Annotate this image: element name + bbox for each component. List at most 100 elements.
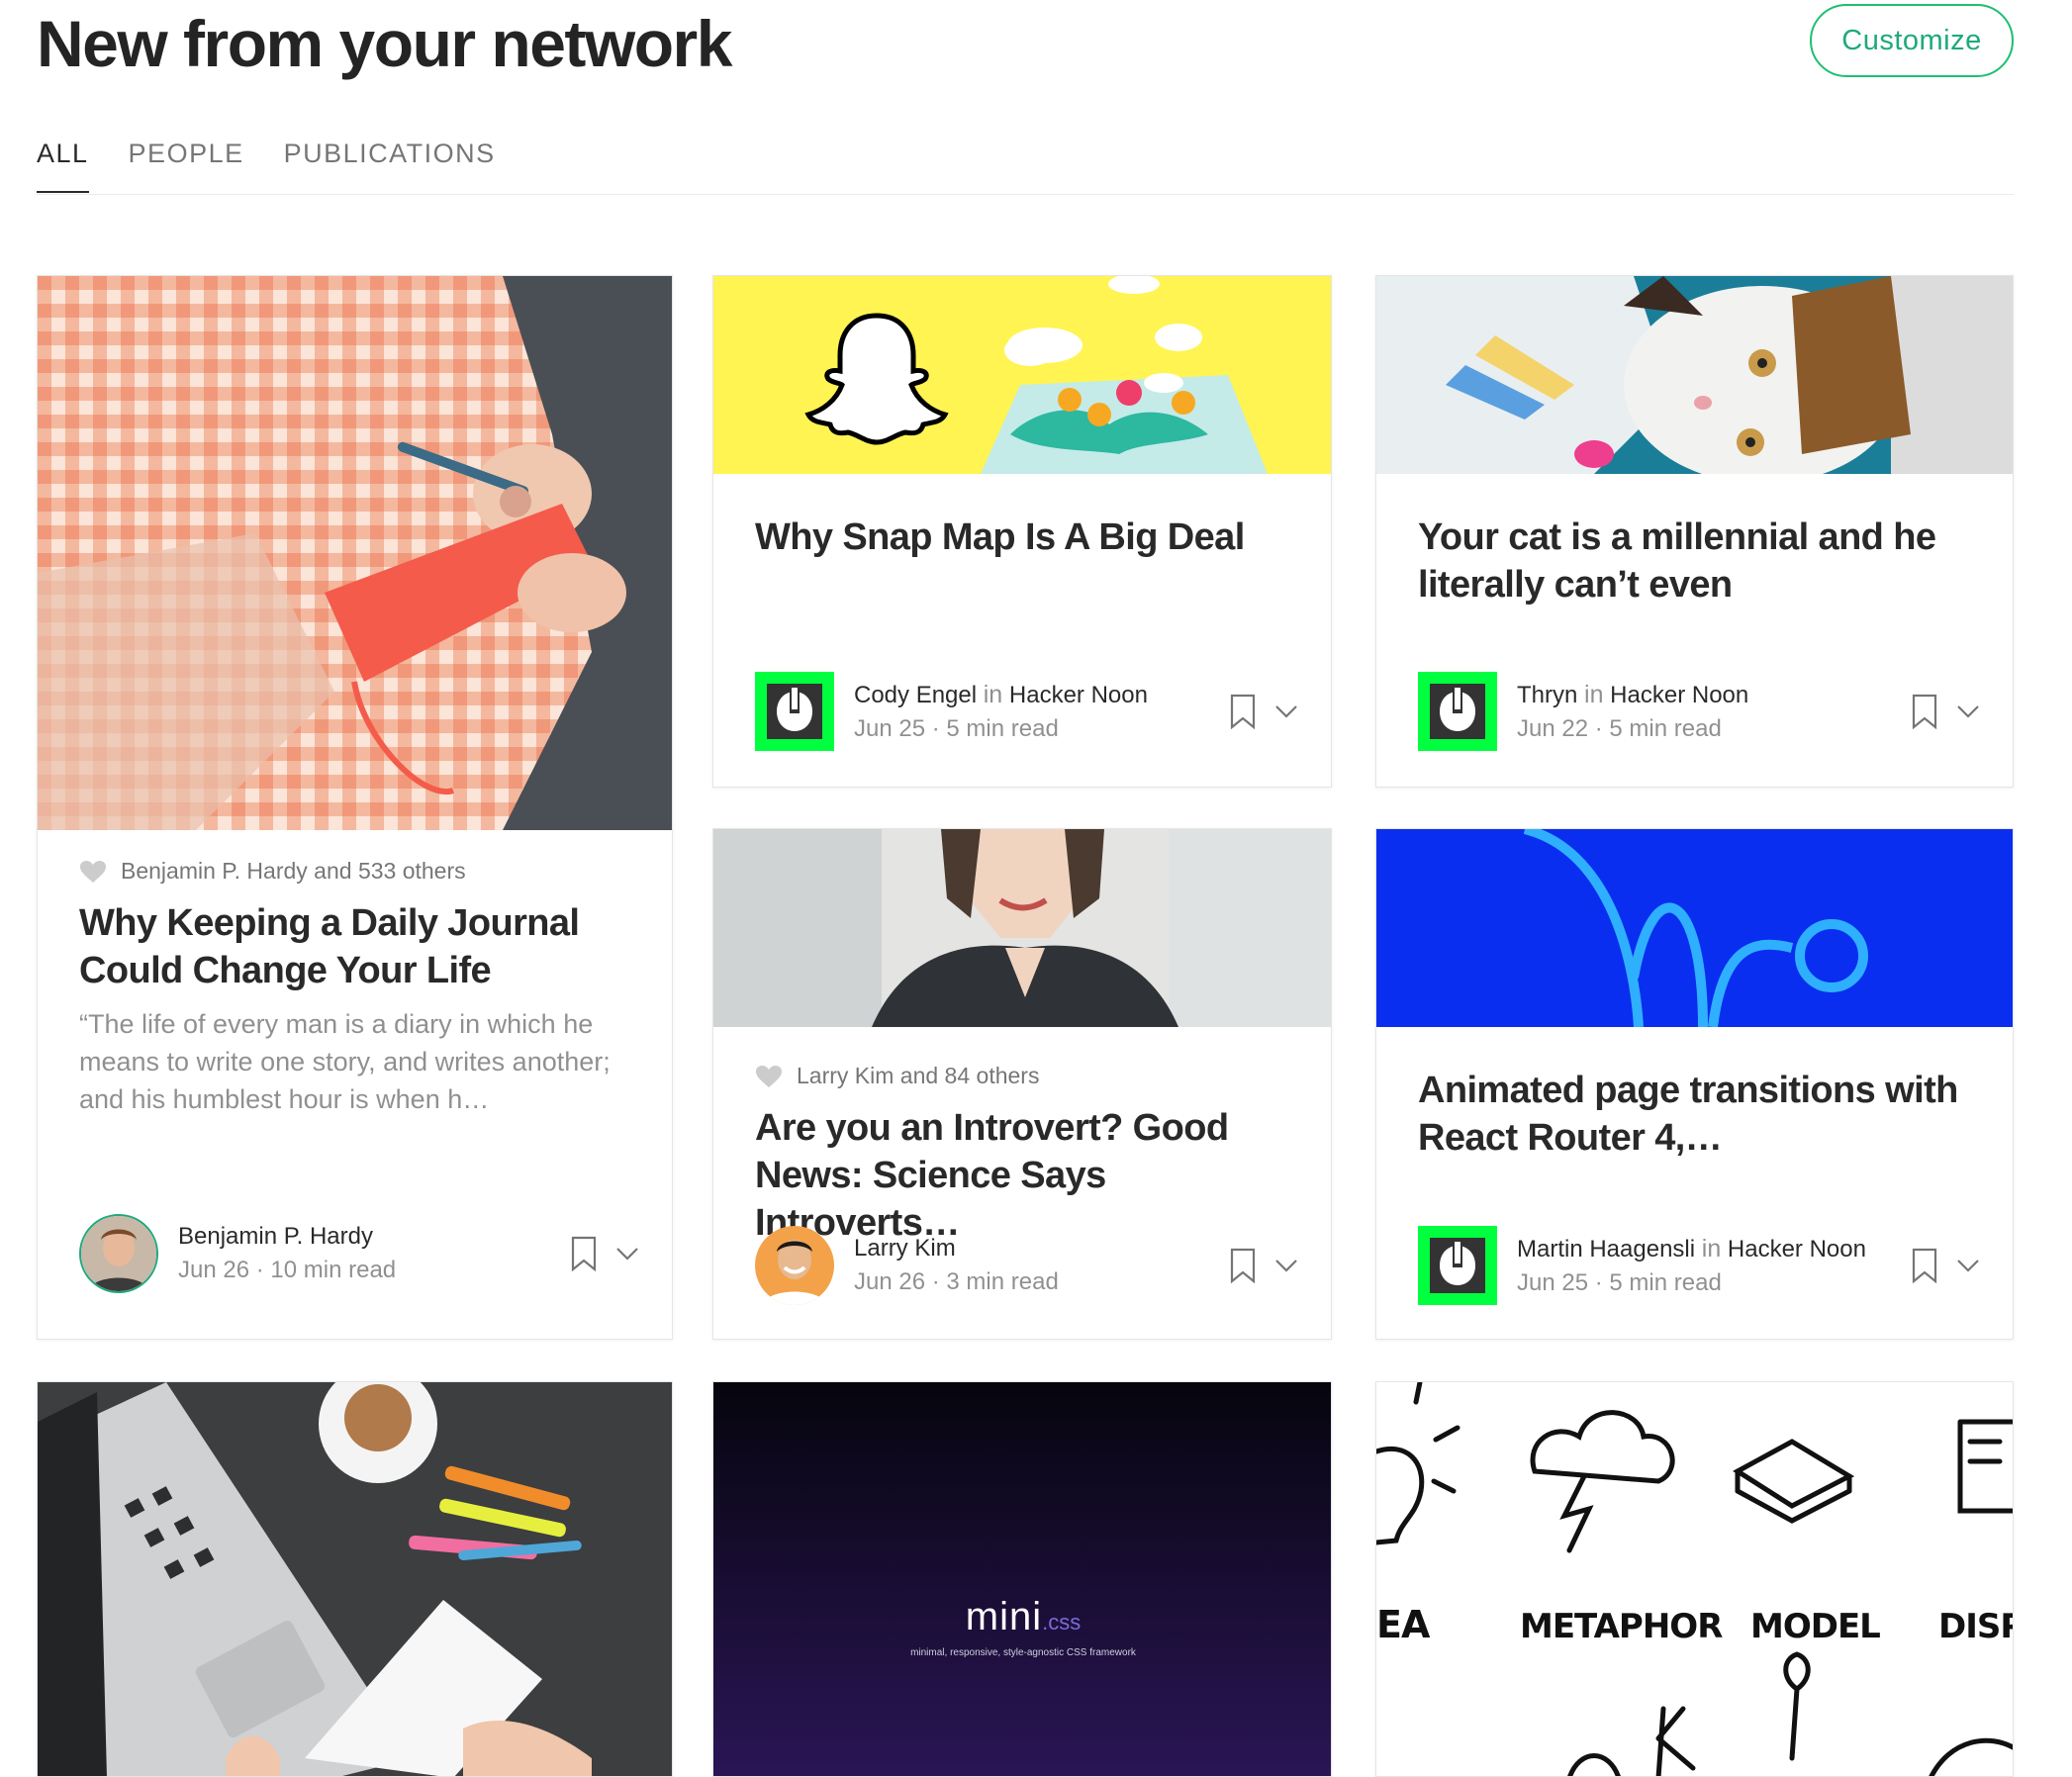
post-dateline: Jun 25 · 5 min read (854, 712, 1148, 746)
post-snippet[interactable]: “The life of every man is a diary in whi… (79, 1005, 634, 1118)
post-actions (569, 1234, 642, 1273)
post-card[interactable]: EA METAPHOR MODEL DISP (1375, 1381, 2014, 1777)
post-meta: Larry Kim Jun 26 · 3 min read (755, 1224, 1301, 1307)
dot-separator: · (255, 1257, 264, 1283)
post-image[interactable]: mini.css minimal, responsive, style-agno… (713, 1382, 1331, 1776)
post-meta: Cody Engel in Hacker Noon Jun 25 · 5 min… (755, 670, 1301, 753)
in-word: in (983, 680, 1003, 708)
tabs-divider (37, 194, 2014, 195)
heart-icon (756, 1065, 782, 1087)
hacker-noon-logo-icon (1418, 1226, 1497, 1305)
in-word: in (1584, 680, 1604, 708)
post-title[interactable]: Why Snap Map Is A Big Deal (755, 514, 1293, 561)
chevron-down-icon[interactable] (1271, 692, 1301, 731)
snapchat-ghost-map-image (713, 276, 1331, 474)
laptop-desk-image (38, 1382, 672, 1776)
dot-separator: · (1594, 714, 1603, 742)
bookmark-icon[interactable] (1910, 692, 1939, 731)
sketch-word: METAPHOR (1520, 1607, 1723, 1646)
publication-name[interactable]: Hacker Noon (1610, 682, 1748, 708)
sketch-word: EA (1376, 1603, 1431, 1646)
author-avatar[interactable] (79, 1214, 158, 1293)
dot-separator: · (931, 1268, 940, 1295)
post-meta: Benjamin P. Hardy Jun 26 · 10 min read (79, 1212, 642, 1295)
post-card[interactable]: Animated page transitions with React Rou… (1375, 828, 2014, 1340)
hacker-noon-logo-icon (1418, 672, 1497, 751)
post-date[interactable]: Jun 26 (854, 1268, 925, 1295)
sketch-word: MODEL (1750, 1607, 1880, 1646)
read-time: 5 min read (946, 714, 1059, 742)
post-card[interactable]: Benjamin P. Hardy and 533 others Why Kee… (37, 275, 673, 1340)
author-info: Thryn in Hacker Noon Jun 22 · 5 min read (1517, 678, 1748, 746)
read-time: 5 min read (1609, 1268, 1722, 1296)
recommended-line: Larry Kim and 84 others (755, 1063, 1039, 1089)
recommended-line: Benjamin P. Hardy and 533 others (79, 858, 466, 885)
post-image[interactable]: EA METAPHOR MODEL DISP (1376, 1382, 2013, 1776)
blue-scribble-image (1376, 829, 2013, 1027)
author-name[interactable]: Benjamin P. Hardy (178, 1223, 373, 1250)
author-name[interactable]: Thryn (1517, 682, 1577, 708)
banner-logo: mini (965, 1595, 1043, 1638)
sketch-word: DISP (1938, 1607, 2013, 1646)
heart-icon (80, 860, 106, 883)
bookmark-icon[interactable] (1228, 692, 1258, 731)
post-image[interactable] (38, 1382, 672, 1776)
post-date[interactable]: Jun 25 (854, 715, 925, 742)
post-card[interactable]: Your cat is a millennial and he literall… (1375, 275, 2014, 788)
post-card[interactable]: mini.css minimal, responsive, style-agno… (712, 1381, 1332, 1777)
page-title: New from your network (37, 7, 732, 80)
post-title[interactable]: Why Keeping a Daily Journal Could Change… (79, 899, 634, 994)
cat-close-up-image (1376, 276, 2013, 474)
hacker-noon-logo-icon (755, 672, 834, 751)
chevron-down-icon[interactable] (1271, 1246, 1301, 1285)
customize-button[interactable]: Customize (1810, 4, 2014, 77)
post-card[interactable]: Larry Kim and 84 others Are you an Intro… (712, 828, 1332, 1340)
author-name[interactable]: Cody Engel (854, 682, 977, 708)
publication-name[interactable]: Hacker Noon (1009, 682, 1148, 708)
publication-avatar[interactable] (755, 672, 834, 751)
mini-css-banner: mini.css minimal, responsive, style-agno… (713, 1595, 1331, 1658)
woman-writing-journal-image (38, 276, 672, 830)
publication-name[interactable]: Hacker Noon (1728, 1236, 1866, 1263)
bookmark-icon[interactable] (569, 1234, 599, 1273)
read-time: 10 min read (270, 1257, 397, 1283)
recommended-text: Benjamin P. Hardy and 533 others (121, 858, 466, 884)
sketch-icons-image: EA METAPHOR MODEL DISP (1376, 1382, 2013, 1776)
post-date[interactable]: Jun 26 (178, 1257, 249, 1283)
tab-people[interactable]: PEOPLE (129, 139, 244, 193)
author-avatar[interactable] (755, 1226, 834, 1305)
bookmark-icon[interactable] (1228, 1246, 1258, 1285)
post-dateline: Jun 25 · 5 min read (1517, 1266, 1866, 1300)
publication-avatar[interactable] (1418, 1226, 1497, 1305)
post-image[interactable] (713, 829, 1331, 1027)
in-word: in (1701, 1234, 1722, 1263)
banner-tagline: minimal, responsive, style-agnostic CSS … (910, 1647, 1136, 1658)
post-card[interactable] (37, 1381, 673, 1777)
chevron-down-icon[interactable] (1953, 1246, 1983, 1285)
author-info: Larry Kim Jun 26 · 3 min read (854, 1232, 1059, 1299)
post-image[interactable] (1376, 829, 2013, 1027)
post-image[interactable] (38, 276, 672, 830)
post-title[interactable]: Animated page transitions with React Rou… (1418, 1067, 1975, 1162)
post-image[interactable] (1376, 276, 2013, 474)
post-card[interactable]: Why Snap Map Is A Big Deal Cody Engel in… (712, 275, 1332, 788)
chevron-down-icon[interactable] (1953, 692, 1983, 731)
post-actions (1228, 1246, 1301, 1285)
read-time: 3 min read (946, 1268, 1059, 1295)
tab-all[interactable]: ALL (37, 139, 89, 193)
author-name[interactable]: Larry Kim (854, 1235, 956, 1262)
post-title[interactable]: Your cat is a millennial and he literall… (1418, 514, 1975, 608)
tab-publications[interactable]: PUBLICATIONS (284, 139, 496, 193)
post-date[interactable]: Jun 25 (1517, 1269, 1588, 1296)
chevron-down-icon[interactable] (612, 1234, 642, 1273)
publication-avatar[interactable] (1418, 672, 1497, 751)
banner-logo-suffix: .css (1042, 1610, 1082, 1635)
post-date[interactable]: Jun 22 (1517, 715, 1588, 742)
author-name[interactable]: Martin Haagensli (1517, 1236, 1695, 1263)
bookmark-icon[interactable] (1910, 1246, 1939, 1285)
post-actions (1228, 692, 1301, 731)
read-time: 5 min read (1609, 714, 1722, 742)
post-image[interactable] (713, 276, 1331, 474)
dot-separator: · (931, 714, 940, 742)
post-actions (1910, 692, 1983, 731)
